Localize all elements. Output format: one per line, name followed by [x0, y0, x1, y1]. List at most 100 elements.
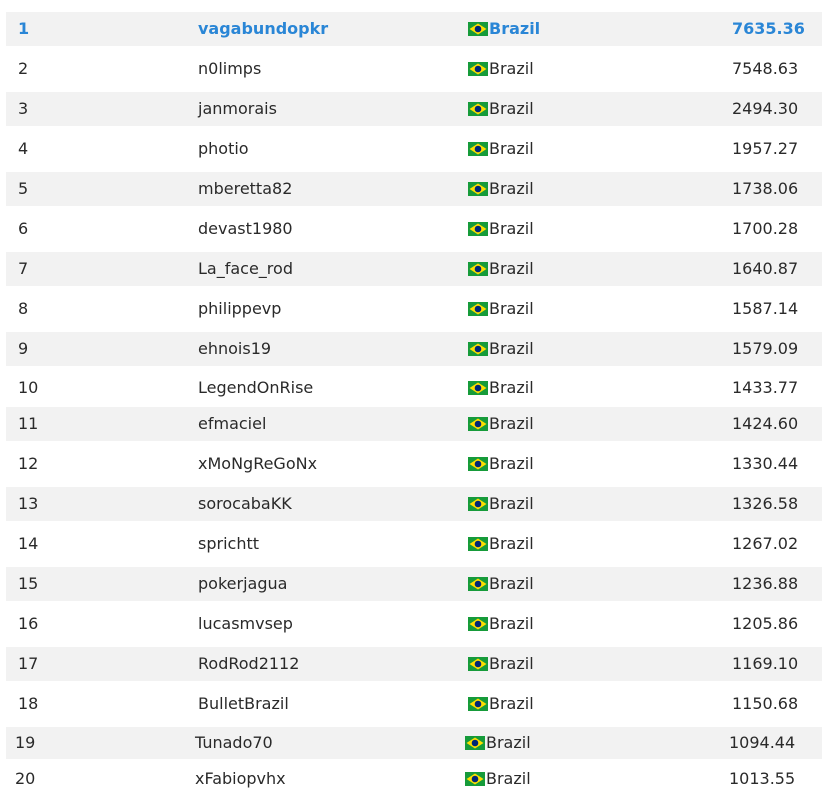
score-cell: 1330.44: [732, 454, 799, 473]
player-name-link[interactable]: La_face_rod: [198, 252, 293, 286]
player-name-link[interactable]: lucasmvsep: [198, 607, 293, 641]
table-row[interactable]: 11 efmaciel Brazil 1424.60: [6, 407, 822, 441]
score-cell: 2494.30: [732, 99, 799, 118]
country-label: Brazil: [489, 378, 534, 397]
player-name-link[interactable]: ehnois19: [198, 332, 271, 366]
rank-cell: 2: [18, 59, 29, 78]
country-cell: Brazil: [468, 407, 534, 441]
score-cell: 1150.68: [732, 694, 799, 713]
country-cell: Brazil: [468, 252, 534, 286]
country-label: Brazil: [486, 733, 531, 752]
table-row[interactable]: 10 LegendOnRise Brazil 1433.77: [6, 372, 822, 404]
brazil-flag-icon: [468, 657, 488, 671]
player-name-link[interactable]: devast1980: [198, 212, 293, 246]
table-row[interactable]: 15 pokerjagua Brazil 1236.88: [6, 567, 822, 601]
player-name-link[interactable]: photio: [198, 132, 249, 166]
country-label: Brazil: [489, 614, 534, 633]
table-row[interactable]: 5 mberetta82 Brazil 1738.06: [6, 172, 822, 206]
table-row[interactable]: 8 philippevp Brazil 1587.14: [6, 292, 822, 326]
table-row[interactable]: 3 janmorais Brazil 2494.30: [6, 92, 822, 126]
table-row[interactable]: 4 photio Brazil 1957.27: [6, 132, 822, 166]
player-name-link[interactable]: efmaciel: [198, 407, 266, 441]
brazil-flag-icon: [468, 102, 488, 116]
player-name-link[interactable]: pokerjagua: [198, 567, 287, 601]
player-name-link[interactable]: xFabiopvhx: [195, 762, 286, 796]
country-cell: Brazil: [468, 12, 540, 46]
country-cell: Brazil: [468, 92, 534, 126]
rank-cell: 10: [18, 378, 39, 397]
country-cell: Brazil: [468, 132, 534, 166]
country-cell: Brazil: [468, 52, 534, 86]
leaderboard-table: 1 vagabundopkr Brazil 7635.36 2 n0limps …: [6, 12, 822, 802]
table-row[interactable]: 18 BulletBrazil Brazil 1150.68: [6, 687, 822, 721]
country-cell: Brazil: [468, 447, 534, 481]
table-row[interactable]: 17 RodRod2112 Brazil 1169.10: [6, 647, 822, 681]
player-name-link[interactable]: sprichtt: [198, 527, 259, 561]
table-row[interactable]: 7 La_face_rod Brazil 1640.87: [6, 252, 822, 286]
score-cell: 1205.86: [732, 614, 799, 633]
player-name-link[interactable]: LegendOnRise: [198, 372, 313, 404]
table-row[interactable]: 16 lucasmvsep Brazil 1205.86: [6, 607, 822, 641]
country-cell: Brazil: [468, 292, 534, 326]
country-label: Brazil: [489, 694, 534, 713]
rank-cell: 6: [18, 219, 29, 238]
table-row[interactable]: 6 devast1980 Brazil 1700.28: [6, 212, 822, 246]
score-cell: 1267.02: [732, 534, 799, 553]
country-label: Brazil: [489, 534, 534, 553]
country-label: Brazil: [489, 414, 534, 433]
brazil-flag-icon: [468, 142, 488, 156]
country-label: Brazil: [489, 139, 534, 158]
player-name-link[interactable]: philippevp: [198, 292, 281, 326]
country-cell: Brazil: [468, 372, 534, 404]
score-cell: 7548.63: [732, 59, 799, 78]
score-cell: 1700.28: [732, 219, 799, 238]
player-name-link[interactable]: mberetta82: [198, 172, 292, 206]
score-cell: 1587.14: [732, 299, 799, 318]
rank-cell: 13: [18, 494, 39, 513]
brazil-flag-icon: [468, 262, 488, 276]
brazil-flag-icon: [468, 697, 488, 711]
score-cell: 1169.10: [732, 654, 799, 673]
brazil-flag-icon: [468, 222, 488, 236]
country-label: Brazil: [489, 574, 534, 593]
player-name-link[interactable]: n0limps: [198, 52, 261, 86]
score-cell: 1640.87: [732, 259, 799, 278]
player-name-link[interactable]: xMoNgReGoNx: [198, 447, 317, 481]
table-row[interactable]: 19 Tunado70 Brazil 1094.44: [6, 727, 822, 759]
country-cell: Brazil: [468, 212, 534, 246]
rank-cell: 19: [15, 733, 36, 752]
player-name-link[interactable]: Tunado70: [195, 727, 273, 759]
table-row[interactable]: 14 sprichtt Brazil 1267.02: [6, 527, 822, 561]
country-label: Brazil: [489, 19, 541, 38]
player-name-link[interactable]: BulletBrazil: [198, 687, 289, 721]
table-row[interactable]: 2 n0limps Brazil 7548.63: [6, 52, 822, 86]
table-row[interactable]: 1 vagabundopkr Brazil 7635.36: [6, 12, 822, 46]
country-label: Brazil: [489, 339, 534, 358]
rank-cell: 20: [15, 769, 36, 788]
player-name-link[interactable]: janmorais: [198, 92, 277, 126]
country-cell: Brazil: [468, 487, 534, 521]
score-cell: 7635.36: [732, 19, 805, 38]
brazil-flag-icon: [468, 62, 488, 76]
rank-cell: 5: [18, 179, 29, 198]
table-row[interactable]: 12 xMoNgReGoNx Brazil 1330.44: [6, 447, 822, 481]
player-name-link[interactable]: vagabundopkr: [198, 12, 328, 46]
table-row[interactable]: 9 ehnois19 Brazil 1579.09: [6, 332, 822, 366]
country-label: Brazil: [489, 219, 534, 238]
country-label: Brazil: [489, 179, 534, 198]
rank-cell: 11: [18, 414, 39, 433]
rank-cell: 15: [18, 574, 39, 593]
score-cell: 1579.09: [732, 339, 799, 358]
player-name-link[interactable]: RodRod2112: [198, 647, 299, 681]
table-row[interactable]: 13 sorocabaKK Brazil 1326.58: [6, 487, 822, 521]
score-cell: 1094.44: [729, 733, 796, 752]
brazil-flag-icon: [468, 537, 488, 551]
rank-cell: 7: [18, 259, 29, 278]
table-row[interactable]: 20 xFabiopvhx Brazil 1013.55: [6, 762, 822, 796]
brazil-flag-icon: [468, 457, 488, 471]
player-name-link[interactable]: sorocabaKK: [198, 487, 292, 521]
score-cell: 1326.58: [732, 494, 799, 513]
score-cell: 1013.55: [729, 769, 796, 788]
brazil-flag-icon: [468, 497, 488, 511]
score-cell: 1738.06: [732, 179, 799, 198]
